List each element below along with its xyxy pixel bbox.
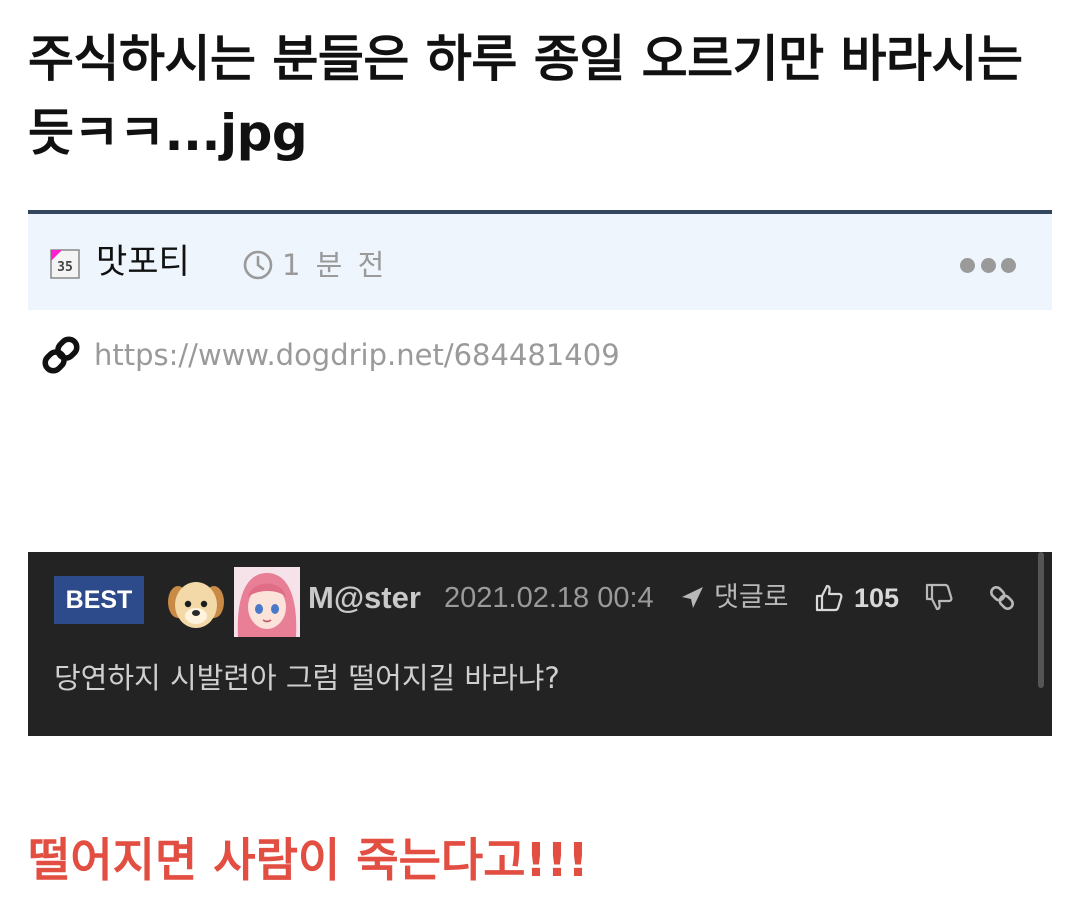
more-icon-dot [1001,257,1016,273]
reply-label: 댓글로 [714,582,789,613]
clock-icon [243,250,273,280]
more-icon-dot [980,257,996,273]
level-badge-icon: 35 [50,249,80,279]
dog-avatar-icon [168,582,224,628]
post-url[interactable]: https://www.dogdrip.net/684481409 [94,335,620,375]
anime-avatar-icon [234,567,300,637]
author-name[interactable]: 맛포티 [96,242,190,282]
link-icon [42,336,80,374]
level-badge-text: 35 [57,260,73,275]
like-button[interactable]: 105 [814,578,899,618]
clip-icon [990,586,1014,610]
like-count: 105 [854,583,900,613]
comment-link-button[interactable] [986,582,1018,618]
comment-date: 2021.02.18 00:4 [444,582,654,614]
post-url-row[interactable]: https://www.dogdrip.net/684481409 [40,334,620,376]
post-meta-bar: 35 맛포티 1 분 전 [28,210,1052,310]
time-ago: 1 분 전 [282,248,388,282]
thumbs-up-icon [815,584,843,612]
best-badge: BEST [54,576,144,624]
comment-nickname[interactable]: M@ster [308,578,421,618]
punchline-text: 떨어지면 사람이 죽는다고!!! [28,833,589,887]
thumbs-down-icon [925,583,953,611]
reply-button[interactable]: 댓글로 [678,578,789,618]
best-comment: BEST M@ster 2021.02.18 00:4 댓글로 105 당연하지… [28,552,1052,736]
dislike-button[interactable] [924,582,954,616]
comment-text: 당연하지 시발련아 그럼 떨어지길 바라냐? [54,661,560,695]
reply-arrow-icon [682,587,703,608]
more-options-button[interactable] [960,250,1016,280]
post-title: 주식하시는 분들은 하루 종일 오르기만 바라시는 듯ㅋㅋ...jpg [28,30,1023,162]
comment-scrollbar[interactable] [1038,552,1044,688]
post-time: 1 분 전 [242,248,387,282]
more-icon [960,257,975,273]
